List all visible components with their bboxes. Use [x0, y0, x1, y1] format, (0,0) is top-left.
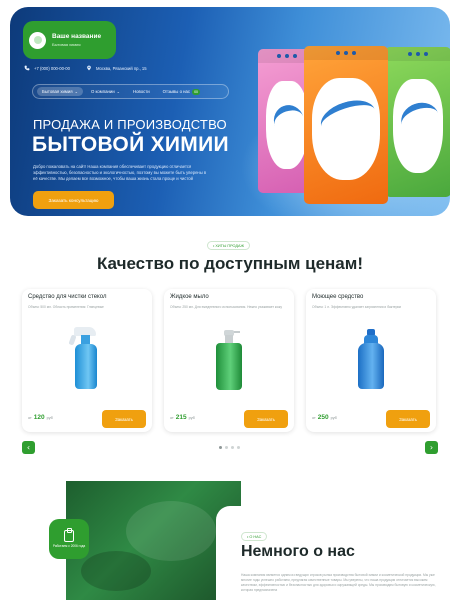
contacts-row: +7 (000) 000-00-00 Москва, Рязанский пр.… — [24, 65, 147, 71]
price-currency: руб — [188, 416, 195, 420]
nav-item-household-chemicals[interactable]: Бытовая химия ⌄ — [37, 87, 83, 96]
hero-banner: Ваше название Бытовая химия +7 (000) 000… — [10, 7, 450, 216]
phone-contact[interactable]: +7 (000) 000-00-00 — [24, 65, 70, 71]
detergent-pack-green — [385, 47, 450, 197]
price-value: 215 — [175, 414, 187, 421]
nav-item-label: Бытовая химия — [42, 89, 73, 94]
product-card[interactable]: Средство для чистки стекол Объем: 500 мл… — [22, 289, 152, 432]
bestsellers-tag: • ХИТЫ ПРОДАЖ — [207, 241, 251, 250]
spray-bottle-image — [66, 327, 108, 389]
badge-text: Работаем с 2006 года — [52, 544, 86, 548]
product-price: от 250 руб — [312, 414, 337, 421]
nav-item-news[interactable]: Новости — [128, 87, 155, 96]
page: Ваше название Бытовая химия +7 (000) 000… — [0, 0, 460, 600]
consultation-button[interactable]: Заказать консультацию — [33, 191, 114, 209]
carousel-dot[interactable] — [225, 446, 228, 449]
product-name: Жидкое мыло — [170, 294, 209, 300]
about-description: Наша компания является одним из ведущих … — [241, 573, 436, 592]
nav-badge: 00 — [192, 88, 200, 95]
product-card[interactable]: Жидкое мыло Объем: 250 мл. Для ежедневно… — [164, 289, 294, 432]
location-icon — [87, 65, 91, 71]
price-prefix: от — [28, 416, 32, 420]
product-price: от 120 руб — [28, 414, 53, 421]
nav-item-reviews[interactable]: Отзывы о нас 00 — [158, 87, 205, 97]
carousel-dot[interactable] — [237, 446, 240, 449]
nav-item-label: Отзывы о нас — [162, 89, 191, 94]
logo-icon — [29, 31, 46, 49]
price-currency: руб — [330, 416, 337, 420]
product-description: Объем: 1 л. Эффективно удаляет загрязнен… — [312, 305, 402, 309]
detergent-bottle-image — [358, 329, 384, 389]
hero-title-line1: ПРОДАЖА И ПРОИЗВОДСТВО — [33, 117, 227, 132]
hero-description: Добро пожаловать на сайт! Наша компания … — [33, 164, 207, 181]
product-name: Моющее средство — [312, 294, 364, 300]
carousel-dots — [219, 446, 240, 449]
product-description: Объем: 500 мл. Область применения: Глянц… — [28, 305, 104, 309]
about-tag: • О НАС — [241, 532, 268, 541]
about-title: Немного о нас — [241, 543, 355, 560]
address-contact: Москва, Рязанский пр., 15 — [86, 65, 147, 71]
chevron-down-icon: ⌄ — [116, 89, 121, 94]
soap-bottle-image — [216, 330, 242, 390]
phone-text: +7 (000) 000-00-00 — [34, 65, 70, 71]
detergent-pack-orange — [304, 46, 388, 204]
product-description: Объем: 250 мл. Для ежедневного использов… — [170, 305, 283, 309]
logo[interactable]: Ваше название Бытовая химия — [23, 21, 116, 59]
price-prefix: от — [170, 416, 174, 420]
price-value: 250 — [317, 414, 329, 421]
carousel-dot[interactable] — [219, 446, 222, 449]
product-price: от 215 руб — [170, 414, 195, 421]
logo-title: Ваше название — [52, 33, 102, 40]
nav-item-about-company[interactable]: О компании ⌄ — [86, 87, 125, 96]
price-currency: руб — [46, 416, 53, 420]
product-name: Средство для чистки стекол — [28, 294, 107, 300]
product-card[interactable]: Моющее средство Объем: 1 л. Эффективно у… — [306, 289, 436, 432]
order-button[interactable]: Заказать — [244, 410, 288, 428]
carousel-prev-button[interactable]: ‹ — [22, 441, 35, 454]
nav-item-label: Новости — [133, 89, 150, 94]
carousel-next-button[interactable]: › — [425, 441, 438, 454]
section-title: Качество по доступным ценам! — [96, 254, 364, 273]
hero-title-line2: БЫТОВОЙ ХИМИИ — [32, 133, 229, 156]
phone-icon — [24, 65, 30, 71]
price-prefix: от — [312, 416, 316, 420]
order-button[interactable]: Заказать — [386, 410, 430, 428]
logo-subtitle: Бытовая химия — [52, 42, 81, 47]
chevron-down-icon: ⌄ — [74, 89, 78, 94]
about-photo — [66, 481, 241, 600]
main-nav: Бытовая химия ⌄ О компании ⌄ Новости Отз… — [32, 84, 229, 99]
years-badge: Работаем с 2006 года — [49, 519, 89, 559]
order-button[interactable]: Заказать — [102, 410, 146, 428]
carousel-dot[interactable] — [231, 446, 234, 449]
bottle-icon — [64, 528, 74, 542]
price-value: 120 — [33, 414, 45, 421]
nav-item-label: О компании — [90, 89, 115, 94]
address-text: Москва, Рязанский пр., 15 — [95, 65, 147, 71]
